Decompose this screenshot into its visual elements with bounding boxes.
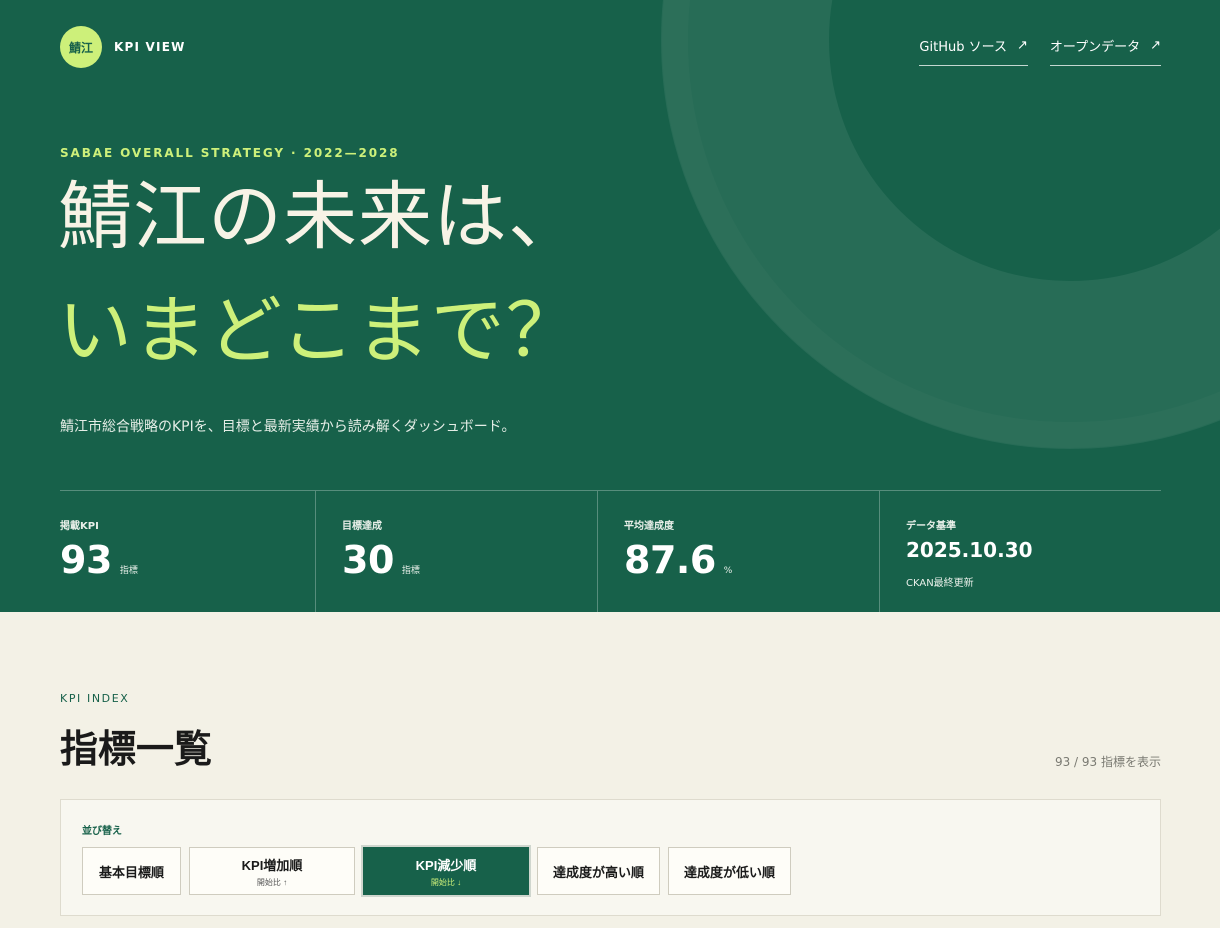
brand[interactable]: 鯖江 KPI VIEW	[60, 26, 186, 68]
sort-option-label: 達成度が高い順	[552, 864, 644, 880]
sort-option-sub: 開始比 ↑	[256, 877, 288, 887]
stat-label: 平均達成度	[624, 521, 674, 532]
stat-label: データ基準	[906, 521, 956, 532]
sort-basic-goal-button[interactable]: 基本目標順	[82, 847, 181, 895]
hero-lead: 鯖江市総合戦略のKPIを、目標と最新実績から読み解くダッシュボード。	[60, 419, 516, 435]
stat-unit: 指標	[401, 566, 420, 576]
sort-achievement-low-button[interactable]: 達成度が低い順	[668, 847, 791, 895]
stats-bar: 掲載KPI 93 指標 目標達成 30 指標 平均達成度 87.6 % データ基…	[60, 490, 1161, 612]
stat-unit: %	[723, 566, 733, 576]
github-source-label: GitHub ソース	[919, 40, 1007, 55]
stat-average-achievement: 平均達成度 87.6 %	[597, 491, 879, 612]
sort-label: 並び替え	[82, 826, 122, 837]
result-count: 93 / 93 指標を表示	[1054, 755, 1161, 769]
sort-option-label: 達成度が低い順	[683, 864, 775, 880]
header-links: GitHub ソース ↗ オープンデータ ↗	[897, 36, 1161, 66]
stat-data-date: データ基準 2025.10.30 CKAN最終更新	[879, 491, 1161, 612]
hero-section: 鯖江 KPI VIEW GitHub ソース ↗ オープンデータ ↗ SABAE…	[0, 0, 1220, 612]
external-link-icon: ↗	[1016, 38, 1028, 53]
sort-kpi-decrease-button[interactable]: KPI減少順 開始比 ↓	[363, 847, 529, 895]
stat-unit: 指標	[119, 566, 138, 576]
sort-options: 基本目標順 KPI増加順 開始比 ↑ KPI減少順 開始比 ↓ 達成度が高い順 …	[82, 847, 799, 895]
brand-logo: 鯖江	[60, 26, 102, 68]
stat-label: 目標達成	[342, 521, 382, 532]
github-source-link[interactable]: GitHub ソース ↗	[919, 36, 1028, 66]
hero-title-line1: 鯖江の未来は、	[58, 174, 583, 260]
sort-option-sub: 開始比 ↓	[430, 877, 462, 887]
hero-title-line2: いまどこまで？	[58, 288, 581, 374]
sort-panel: 並び替え 基本目標順 KPI増加順 開始比 ↑ KPI減少順 開始比 ↓ 達成度…	[60, 799, 1161, 916]
kpi-index-section: KPI INDEX 指標一覧 93 / 93 指標を表示 並び替え 基本目標順 …	[0, 612, 1220, 928]
sort-achievement-high-button[interactable]: 達成度が高い順	[537, 847, 660, 895]
stat-value: 2025.10.30	[906, 538, 1033, 562]
sort-option-label: KPI減少順	[415, 857, 477, 873]
stat-published-kpi: 掲載KPI 93 指標	[60, 491, 315, 612]
section-kicker: KPI INDEX	[60, 692, 130, 705]
external-link-icon: ↗	[1150, 38, 1161, 53]
section-title: 指標一覧	[60, 726, 213, 771]
stat-value: 93	[60, 538, 112, 582]
brand-name: KPI VIEW	[114, 40, 186, 54]
stat-label: 掲載KPI	[60, 521, 99, 532]
stat-value: 30	[342, 538, 394, 582]
sort-kpi-increase-button[interactable]: KPI増加順 開始比 ↑	[189, 847, 355, 895]
sort-option-label: 基本目標順	[98, 864, 164, 880]
stat-goal-achieved: 目標達成 30 指標	[315, 491, 597, 612]
stat-sub: CKAN最終更新	[906, 578, 974, 589]
open-data-label: オープンデータ	[1049, 40, 1141, 55]
hero-eyebrow: SABAE OVERALL STRATEGY · 2022—2028	[60, 146, 400, 160]
stat-value: 87.6	[624, 538, 716, 582]
sort-option-label: KPI増加順	[241, 857, 303, 873]
open-data-link[interactable]: オープンデータ ↗	[1049, 36, 1161, 66]
